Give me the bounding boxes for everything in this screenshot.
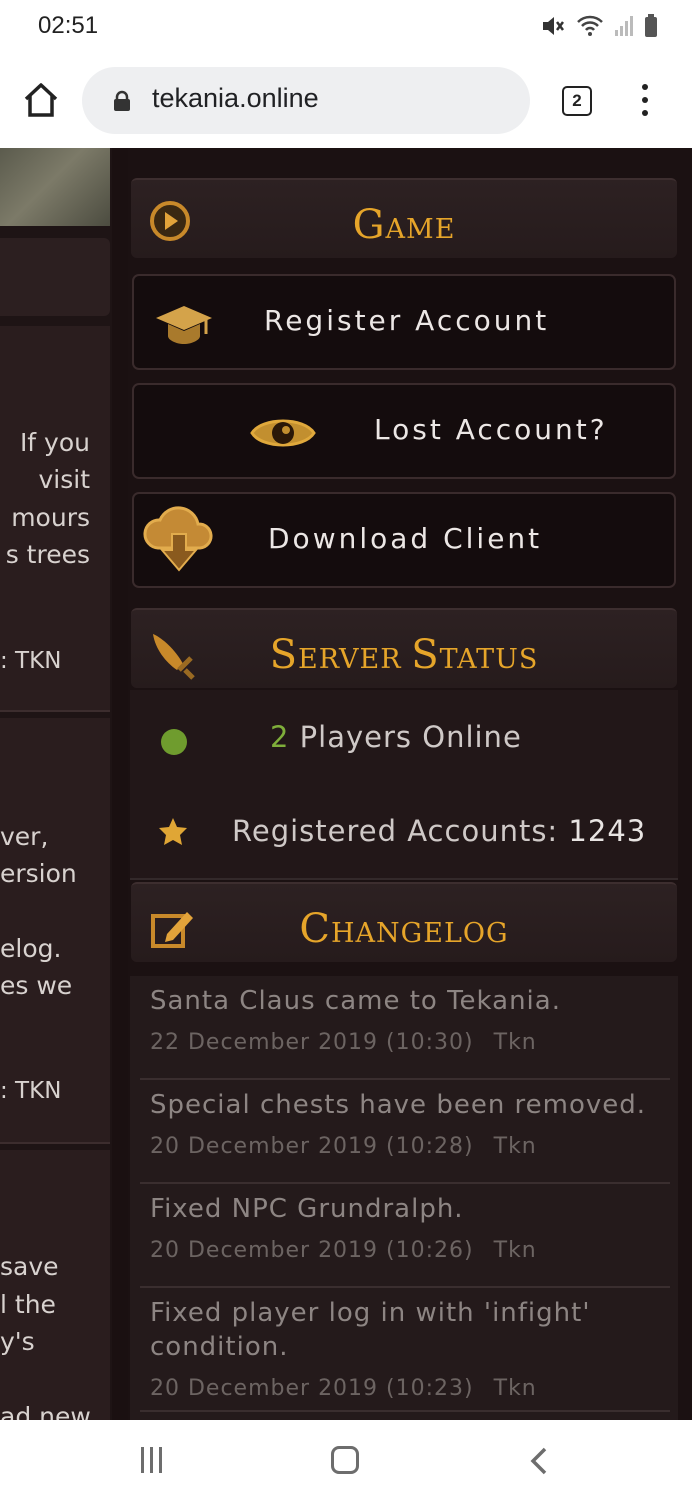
cloud-download-icon (143, 506, 213, 572)
download-client-button[interactable]: Download Client (132, 492, 676, 588)
game-title: GAME (352, 202, 456, 248)
registered-accounts-row: Registered Accounts: 1243 (130, 784, 678, 880)
banner-image (0, 148, 110, 226)
download-client-label: Download Client (268, 522, 543, 555)
lock-icon (114, 90, 130, 111)
news-text-line: mours (11, 503, 90, 532)
news-card (0, 1150, 110, 1420)
eye-icon (250, 419, 316, 447)
changelog-entry[interactable]: Fixed NPC Grundralph. 20 December 2019 (… (140, 1184, 670, 1288)
news-text-line: ersion (0, 859, 77, 888)
overflow-menu-icon[interactable] (640, 84, 650, 118)
changelog-title: CHANGELOG (299, 906, 509, 952)
news-text-line: es we (0, 971, 73, 1000)
url-text: tekania.online (152, 83, 319, 113)
news-author: : TKN (0, 1078, 62, 1104)
changelog-entry-title: Santa Claus came to Tekania. (150, 986, 561, 1016)
news-text-line: save (0, 1252, 59, 1281)
home-icon[interactable] (22, 80, 60, 120)
status-icons (540, 14, 658, 38)
server-status-header: SERVER STATUS (131, 608, 677, 688)
game-panel-header: GAME (131, 178, 677, 258)
register-account-label: Register Account (264, 304, 550, 337)
news-text-line: ad new (0, 1402, 91, 1420)
browser-toolbar: tekania.online 2 (0, 56, 692, 148)
changelog-entry[interactable]: Special chests have been removed. 20 Dec… (140, 1080, 670, 1184)
news-text-line: If you (19, 428, 90, 457)
players-online-row: 2 Players Online (130, 690, 678, 786)
news-text-line: y's (0, 1327, 35, 1356)
news-text-line: ver, (0, 822, 49, 851)
news-text-line: s trees (5, 540, 90, 569)
news-text-line: l the (0, 1290, 56, 1319)
tab-switcher-button[interactable]: 2 (562, 86, 592, 116)
home-button-icon[interactable] (331, 1446, 359, 1474)
lost-account-button[interactable]: Lost Account? (132, 383, 676, 479)
graduation-cap-icon (156, 306, 212, 344)
online-indicator-icon (161, 729, 187, 755)
status-bar: 02:51 (0, 0, 692, 56)
changelog-entry-title: Fixed player log in with 'infight' condi… (150, 1298, 591, 1362)
star-icon (159, 818, 187, 845)
wifi-icon (577, 15, 603, 36)
changelog-entry-meta: 20 December 2019 (10:28) Tkn (150, 1134, 537, 1159)
sidebar-column: GAME Register Account Lost Account? Down… (128, 148, 692, 1420)
web-content: If you visit mours s trees : TKN ver, er… (0, 148, 692, 1420)
mute-icon (543, 17, 564, 35)
news-text-line: elog. (0, 934, 62, 963)
server-status-title: SERVER STATUS (269, 632, 539, 678)
changelog-entry-meta: 20 December 2019 (10:26) Tkn (150, 1238, 537, 1263)
registered-accounts-text: Registered Accounts: 1243 (232, 814, 647, 848)
players-online-text: 2 Players Online (270, 720, 522, 754)
news-author: : TKN (0, 648, 62, 674)
register-account-button[interactable]: Register Account (132, 274, 676, 370)
changelog-entry-title: Special chests have been removed. (150, 1090, 647, 1120)
news-header (0, 238, 110, 316)
changelog-entry[interactable]: Fixed player log in with 'infight' condi… (140, 1288, 670, 1412)
lost-account-label: Lost Account? (374, 413, 608, 446)
changelog-entry-meta: 20 December 2019 (10:23) Tkn (150, 1376, 537, 1401)
address-bar[interactable]: tekania.online (82, 67, 530, 134)
signal-icon (615, 16, 633, 36)
changelog-header: CHANGELOG (131, 882, 677, 962)
back-icon[interactable] (528, 1446, 550, 1476)
changelog-entry[interactable]: Santa Claus came to Tekania. 22 December… (140, 976, 670, 1080)
changelog-entry-meta: 22 December 2019 (10:30) Tkn (150, 1030, 537, 1055)
status-time: 02:51 (38, 12, 99, 39)
recents-icon[interactable] (139, 1447, 165, 1473)
changelog-entry-title: Fixed NPC Grundralph. (150, 1194, 464, 1224)
news-text-line: visit (38, 465, 90, 494)
news-column: If you visit mours s trees : TKN ver, er… (0, 148, 112, 1420)
changelog-panel: CHANGELOG Santa Claus came to Tekania. 2… (130, 882, 678, 1420)
battery-icon (645, 14, 657, 37)
system-nav-bar (0, 1420, 692, 1500)
